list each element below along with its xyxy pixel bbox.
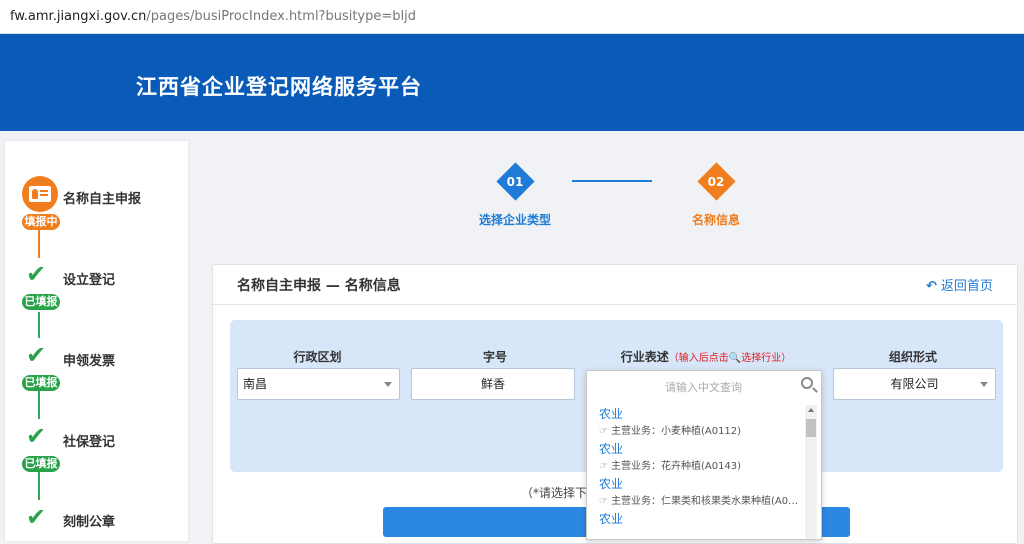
search-icon: 🔍 xyxy=(728,353,742,364)
url-text[interactable]: fw.amr.jiangxi.gov.cn/pages/busiProcInde… xyxy=(10,9,416,24)
progress-connector xyxy=(38,472,40,500)
back-home-link[interactable]: ↶ 返回首页 xyxy=(926,275,993,294)
industry-desc: ☞ 主营业务：小麦种植(A0112) xyxy=(599,422,799,437)
org-form-label: 组织形式 xyxy=(888,350,937,364)
industry-dropdown: 请输入中文查询 农业 ☞ 主营业务：小麦种植(A0112) 农业 ☞ 主营业务：花卉… xyxy=(586,370,822,540)
industry-hint-pre: （输入后点击 xyxy=(668,353,729,364)
brand-value: 鲜香 xyxy=(480,377,505,391)
org-form-value: 有限公司 xyxy=(890,377,939,391)
status-badge: 已填报 xyxy=(22,375,60,391)
return-icon: ↶ xyxy=(926,279,937,294)
step-connector xyxy=(572,180,652,182)
url-path: /pages/busiProcIndex.html?busitype=bljd xyxy=(146,9,416,24)
divider xyxy=(213,304,1017,305)
industry-desc-text: 主营业务：花卉种植(A0143) xyxy=(610,461,742,472)
industry-option[interactable]: 农业 ☞ 主营业务：仁果类和核果类水果种植(A01... xyxy=(587,473,803,508)
industry-desc: ☞ 主营业务：仁果类和核果类水果种植(A01... xyxy=(599,492,799,507)
industry-search-placeholder: 请输入中文查询 xyxy=(665,381,742,394)
progress-connector xyxy=(38,391,40,419)
progress-connector xyxy=(38,230,40,258)
site-header: 江西省企业登记网络服务平台 xyxy=(0,34,1024,131)
chevron-down-icon xyxy=(980,382,988,387)
sidebar-item-invoice[interactable]: 申领发票 xyxy=(63,350,115,369)
region-value: 南昌 xyxy=(243,377,268,391)
pointing-hand-icon: ☞ xyxy=(599,461,608,472)
industry-label: 行业表述（输入后点击🔍选择行业） xyxy=(590,348,822,365)
industry-category: 农业 xyxy=(599,477,624,491)
pointing-hand-icon: ☞ xyxy=(599,426,608,437)
check-icon: ✔ xyxy=(26,422,47,450)
industry-desc: ☞ 主营业务：花卉种植(A0143) xyxy=(599,457,799,472)
industry-category: 农业 xyxy=(599,442,624,456)
step-label: 选择企业类型 xyxy=(478,213,551,227)
status-badge: 填报中 xyxy=(22,214,60,230)
sidebar-item-seal[interactable]: 刻制公章 xyxy=(63,511,115,530)
sidebar-item-name-declaration[interactable]: 名称自主申报 xyxy=(63,188,141,207)
pointing-hand-icon: ☞ xyxy=(599,496,608,507)
panel-title: 名称自主申报 — 名称信息 xyxy=(237,278,401,294)
check-icon: ✔ xyxy=(26,503,47,531)
site-title: 江西省企业登记网络服务平台 xyxy=(136,75,422,99)
step-label: 名称信息 xyxy=(691,213,740,227)
check-icon: ✔ xyxy=(26,260,47,288)
check-icon: ✔ xyxy=(26,341,47,369)
status-badge: 已填报 xyxy=(22,456,60,472)
scroll-up-icon[interactable] xyxy=(808,408,814,412)
brand-label: 字号 xyxy=(482,350,507,364)
industry-category: 农业 xyxy=(599,407,624,421)
industry-desc-text: 主营业务：仁果类和核果类水果种植(A01... xyxy=(610,496,799,507)
industry-options: 农业 ☞ 主营业务：小麦种植(A0112) 农业 ☞ 主营业务：花卉种植(A0143… xyxy=(587,403,803,541)
sidebar-item-social-security[interactable]: 社保登记 xyxy=(63,431,115,450)
back-home-label: 返回首页 xyxy=(940,279,993,294)
industry-desc-text: 主营业务：小麦种植(A0112) xyxy=(610,426,742,437)
industry-option[interactable]: 农业 ☞ 主营业务：花卉种植(A0143) xyxy=(587,438,803,473)
industry-label-text: 行业表述 xyxy=(620,350,669,364)
progress-connector xyxy=(38,312,40,338)
id-card-icon xyxy=(22,176,58,212)
scroll-thumb[interactable] xyxy=(806,419,816,437)
industry-category: 农业 xyxy=(599,512,624,526)
dropdown-scrollbar[interactable] xyxy=(805,405,817,539)
sidebar-item-establish-registration[interactable]: 设立登记 xyxy=(63,269,115,288)
industry-search-input[interactable]: 请输入中文查询 xyxy=(587,371,821,401)
chevron-down-icon xyxy=(384,382,392,387)
industry-option[interactable]: 农业 xyxy=(587,508,803,541)
url-host: fw.amr.jiangxi.gov.cn xyxy=(10,9,147,24)
org-form-select[interactable]: 有限公司 xyxy=(833,368,996,400)
status-badge: 已填报 xyxy=(22,294,60,310)
step-number: 01 xyxy=(506,175,524,189)
search-icon[interactable] xyxy=(801,377,813,389)
brand-input[interactable]: 鲜香 xyxy=(411,368,575,400)
step-number: 02 xyxy=(707,175,725,189)
region-select[interactable]: 南昌 xyxy=(237,368,400,400)
industry-option[interactable]: 农业 ☞ 主营业务：小麦种植(A0112) xyxy=(587,403,803,438)
industry-hint-post: 选择行业） xyxy=(741,353,792,364)
address-bar[interactable]: fw.amr.jiangxi.gov.cn/pages/busiProcInde… xyxy=(0,0,1024,34)
region-label: 行政区划 xyxy=(293,350,342,364)
